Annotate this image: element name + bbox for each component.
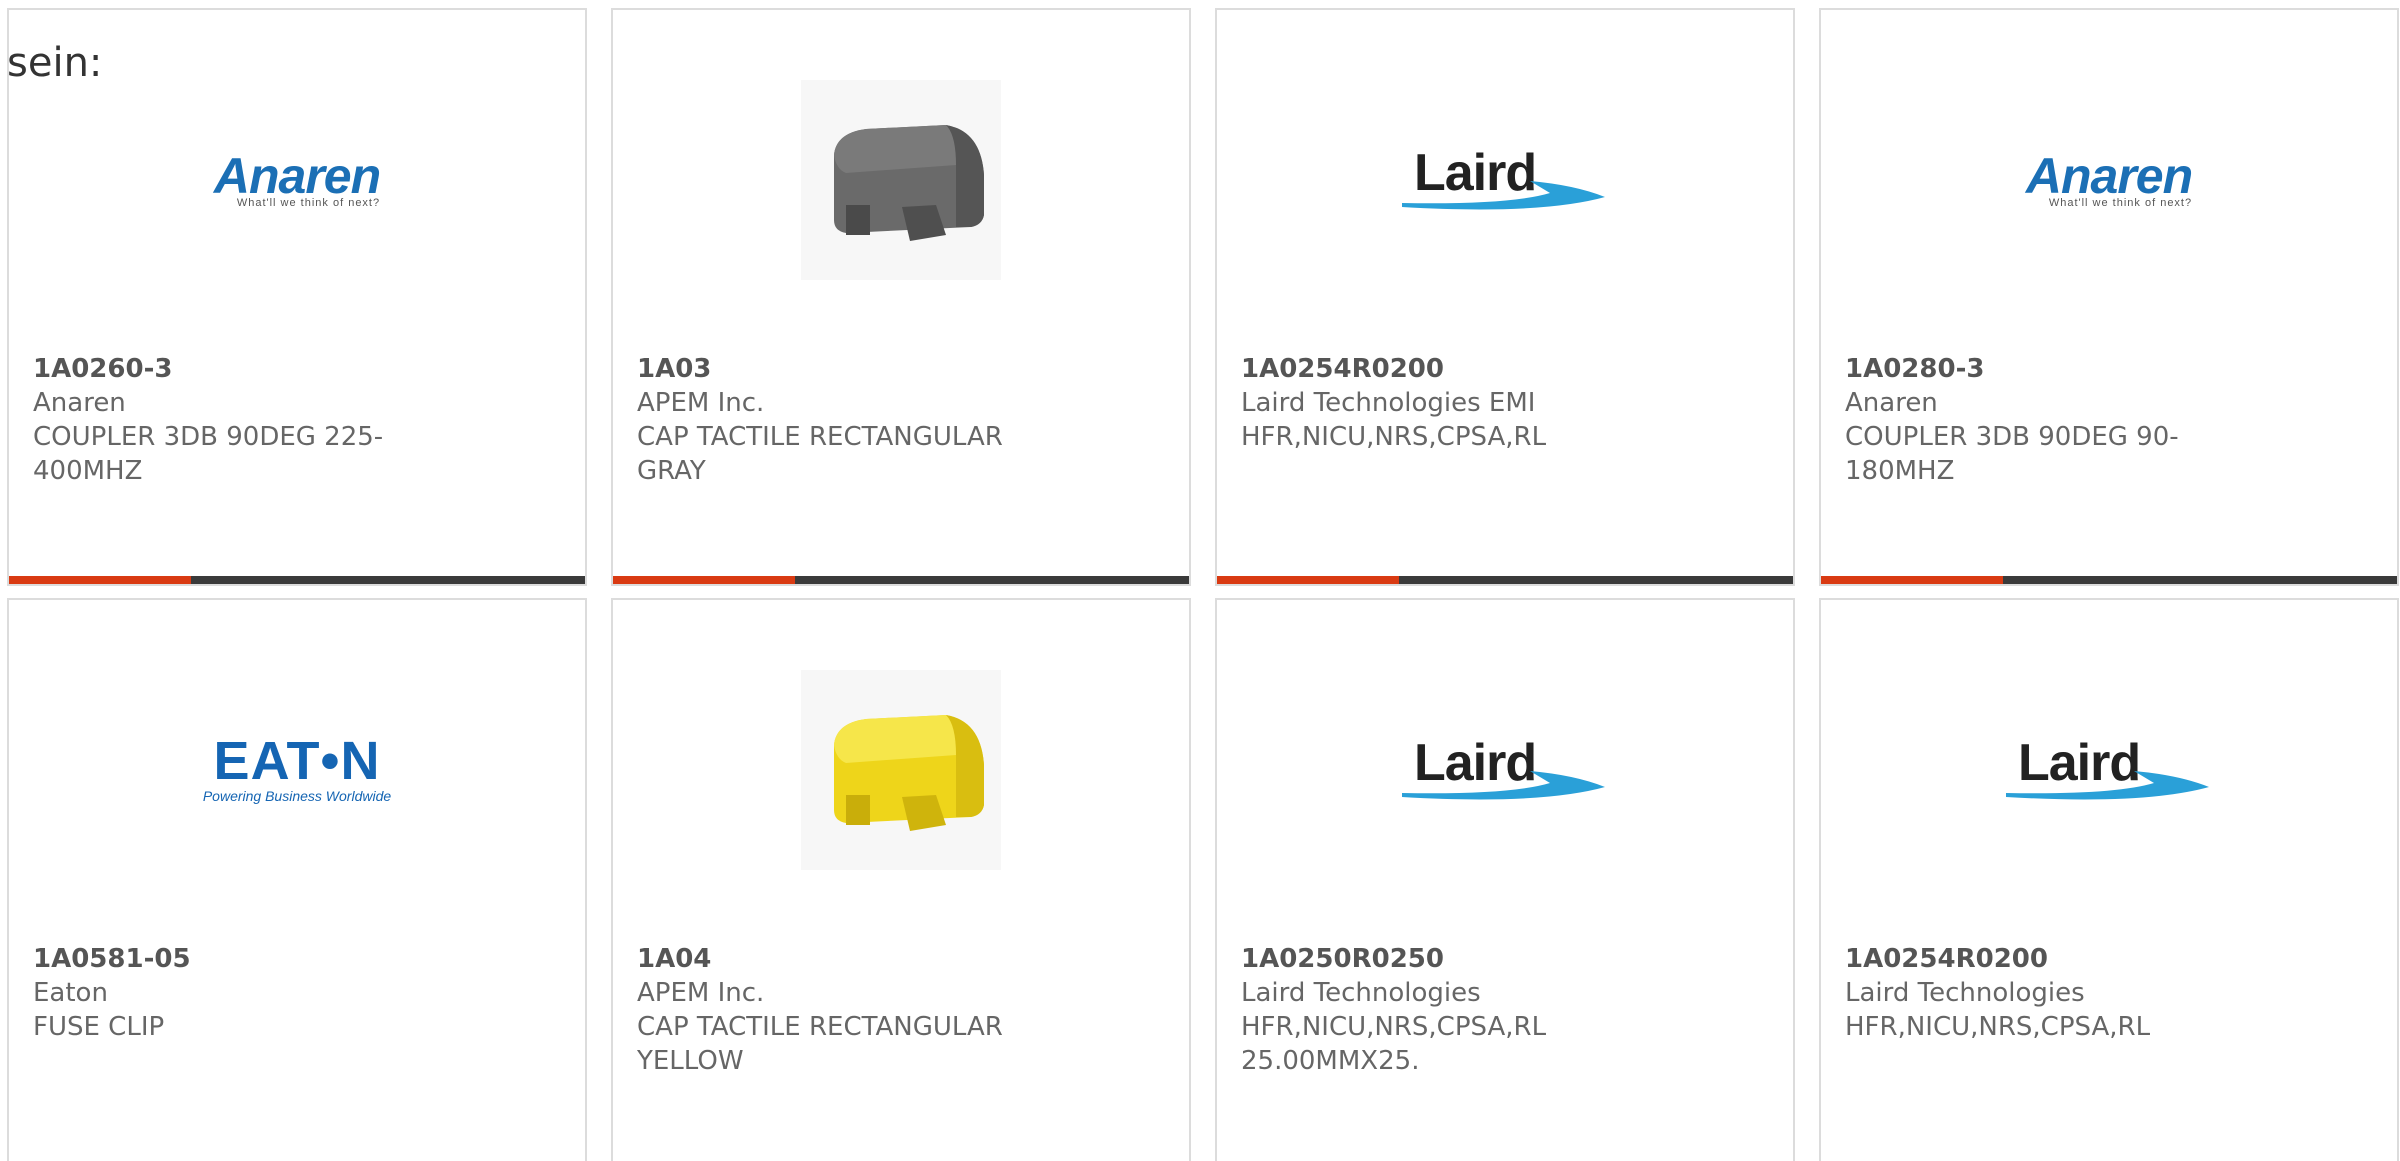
description: CAP TACTILE RECTANGULAR GRAY — [637, 422, 1003, 486]
description: COUPLER 3DB 90DEG 90-180MHZ — [1845, 422, 2179, 486]
part-number[interactable]: 1A0260-3 — [33, 352, 473, 386]
product-card[interactable]: Anaren What'll we think of next? 1A0280-… — [1819, 8, 2399, 586]
product-image[interactable] — [613, 70, 1189, 290]
product-card[interactable]: 1A04 APEM Inc. CAP TACTILE RECTANGULAR Y… — [611, 598, 1191, 1161]
manufacturer: Anaren — [1845, 388, 1938, 418]
part-number[interactable]: 1A0280-3 — [1845, 352, 2285, 386]
part-number[interactable]: 1A0581-05 — [33, 942, 473, 976]
card-bottom-bar — [1217, 576, 1793, 584]
part-number[interactable]: 1A04 — [637, 942, 1077, 976]
gray-tactile-cap-photo — [801, 80, 1001, 280]
card-bottom-bar — [1821, 576, 2397, 584]
product-card[interactable]: Anaren What'll we think of next? 1A0260-… — [7, 8, 587, 586]
product-card[interactable]: 1A03 APEM Inc. CAP TACTILE RECTANGULAR G… — [611, 8, 1191, 586]
laird-logo: Laird — [1400, 145, 1610, 215]
manufacturer: Laird Technologies — [1845, 978, 2085, 1008]
part-number[interactable]: 1A03 — [637, 352, 1077, 386]
product-card[interactable]: Laird 1A0250R0250 Laird Technologies HFR… — [1215, 598, 1795, 1161]
eaton-logo: EAT•N Powering Business Worldwide — [202, 731, 392, 804]
manufacturer: Laird Technologies EMI — [1241, 388, 1536, 418]
anaren-logo: Anaren What'll we think of next? — [2025, 148, 2193, 209]
yellow-tactile-cap-photo — [801, 670, 1001, 870]
laird-logo: Laird — [1400, 735, 1610, 805]
product-image[interactable]: Laird — [1821, 660, 2397, 880]
description: COUPLER 3DB 90DEG 225-400MHZ — [33, 422, 384, 486]
part-number[interactable]: 1A0254R0200 — [1241, 352, 1681, 386]
description: HFR,NICU,NRS,CPSA,RL 25.00MMX25. — [1241, 1012, 1547, 1076]
manufacturer: Anaren — [33, 388, 126, 418]
description: HFR,NICU,NRS,CPSA,RL — [1241, 422, 1547, 452]
product-card[interactable]: EAT•N Powering Business Worldwide 1A0581… — [7, 598, 587, 1161]
product-image[interactable]: EAT•N Powering Business Worldwide — [9, 660, 585, 880]
card-bottom-bar — [613, 576, 1189, 584]
description: CAP TACTILE RECTANGULAR YELLOW — [637, 1012, 1003, 1076]
manufacturer: Laird Technologies — [1241, 978, 1481, 1008]
card-bottom-bar — [9, 576, 585, 584]
manufacturer: APEM Inc. — [637, 388, 765, 418]
description: HFR,NICU,NRS,CPSA,RL — [1845, 1012, 2151, 1042]
intro-text: sein: — [7, 40, 103, 86]
laird-logo: Laird — [2004, 735, 2214, 805]
product-image[interactable]: Laird — [1217, 660, 1793, 880]
description: FUSE CLIP — [33, 1012, 165, 1042]
product-image[interactable]: Laird — [1217, 70, 1793, 290]
product-card[interactable]: Laird 1A0254R0200 Laird Technologies HFR… — [1819, 598, 2399, 1161]
product-image[interactable]: Anaren What'll we think of next? — [9, 70, 585, 290]
anaren-logo: Anaren What'll we think of next? — [213, 148, 381, 209]
part-number[interactable]: 1A0250R0250 — [1241, 942, 1681, 976]
product-image[interactable] — [613, 660, 1189, 880]
part-number[interactable]: 1A0254R0200 — [1845, 942, 2285, 976]
manufacturer: Eaton — [33, 978, 108, 1008]
product-image[interactable]: Anaren What'll we think of next? — [1821, 70, 2397, 290]
manufacturer: APEM Inc. — [637, 978, 765, 1008]
product-card[interactable]: Laird 1A0254R0200 Laird Technologies EMI… — [1215, 8, 1795, 586]
